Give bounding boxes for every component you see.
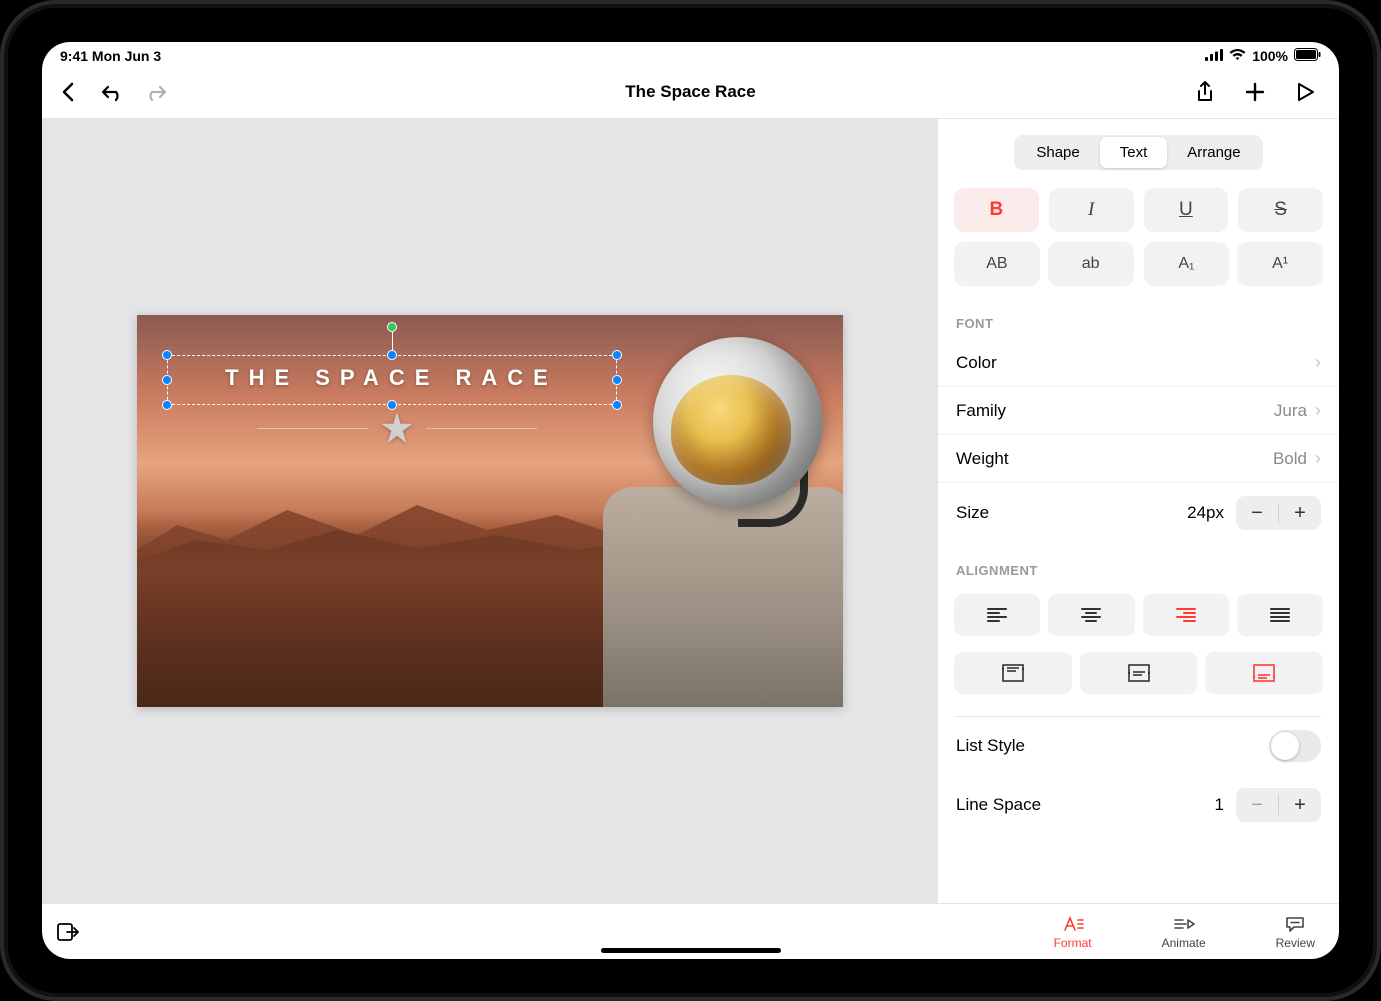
tab-text[interactable]: Text (1100, 137, 1168, 168)
animate-icon (1173, 914, 1195, 934)
font-weight-row[interactable]: Weight Bold › (938, 435, 1339, 483)
resize-handle-tl[interactable] (162, 350, 172, 360)
title-decoration (257, 411, 537, 445)
size-decrease-button[interactable]: − (1236, 496, 1278, 530)
resize-handle-bm[interactable] (387, 400, 397, 410)
uppercase-button[interactable]: AB (954, 242, 1040, 286)
tab-animate-label: Animate (1162, 936, 1206, 950)
chevron-right-icon: › (1315, 400, 1321, 421)
font-color-label: Color (956, 353, 997, 373)
top-toolbar: The Space Race (42, 66, 1339, 119)
status-time: 9:41 (60, 48, 88, 64)
linespace-decrease-button[interactable]: − (1236, 788, 1278, 822)
slide[interactable]: THE SPACE RACE (137, 315, 843, 707)
align-right-button[interactable] (1143, 594, 1229, 636)
font-weight-value: Bold (1273, 449, 1307, 469)
size-increase-button[interactable]: + (1279, 496, 1321, 530)
valign-middle-button[interactable] (1080, 652, 1198, 694)
back-button[interactable] (54, 78, 82, 106)
resize-handle-tr[interactable] (612, 350, 622, 360)
canvas-area[interactable]: THE SPACE RACE (42, 119, 937, 903)
italic-button[interactable]: I (1049, 188, 1134, 232)
astronaut-figure (593, 337, 843, 707)
font-family-label: Family (956, 401, 1006, 421)
list-style-toggle[interactable] (1269, 730, 1321, 762)
font-size-stepper: − + (1236, 496, 1321, 530)
valign-top-button[interactable] (954, 652, 1072, 694)
status-date: Mon Jun 3 (92, 48, 161, 64)
linespace-increase-button[interactable]: + (1279, 788, 1321, 822)
font-family-value: Jura (1274, 401, 1307, 421)
status-bar: 9:41 Mon Jun 3 100% (42, 42, 1339, 66)
chevron-right-icon: › (1315, 448, 1321, 469)
tab-review-label: Review (1276, 936, 1315, 950)
cellular-icon (1205, 48, 1223, 64)
tab-review[interactable]: Review (1276, 914, 1315, 950)
resize-handle-bl[interactable] (162, 400, 172, 410)
rotation-handle[interactable] (387, 322, 397, 332)
font-size-value: 24px (1187, 503, 1224, 523)
align-justify-button[interactable] (1237, 594, 1323, 636)
line-space-row: Line Space 1 − + (938, 775, 1339, 822)
tab-arrange[interactable]: Arrange (1167, 137, 1260, 168)
superscript-button[interactable]: A¹ (1237, 242, 1323, 286)
wifi-icon (1229, 48, 1246, 64)
chevron-right-icon: › (1315, 352, 1321, 373)
tab-format[interactable]: Format (1054, 914, 1092, 950)
line-space-value: 1 (1215, 795, 1224, 815)
font-color-row[interactable]: Color › (938, 339, 1339, 387)
resize-handle-ml[interactable] (162, 375, 172, 385)
lowercase-button[interactable]: ab (1048, 242, 1134, 286)
battery-pct: 100% (1252, 48, 1288, 64)
review-icon (1285, 914, 1305, 934)
text-selection-box[interactable] (167, 355, 617, 405)
strikethrough-button[interactable]: S (1238, 188, 1323, 232)
valign-bottom-button[interactable] (1205, 652, 1323, 694)
ipad-frame: 9:41 Mon Jun 3 100% The Space Race (0, 0, 1381, 1001)
play-button[interactable] (1291, 78, 1319, 106)
underline-button[interactable]: U (1144, 188, 1229, 232)
font-weight-label: Weight (956, 449, 1009, 469)
tab-shape[interactable]: Shape (1016, 137, 1099, 168)
align-left-button[interactable] (954, 594, 1040, 636)
font-family-row[interactable]: Family Jura › (938, 387, 1339, 435)
line-space-label: Line Space (956, 795, 1041, 815)
subscript-button[interactable]: A₁ (1144, 242, 1230, 286)
alignment-section-label: ALIGNMENT (938, 543, 1339, 586)
font-size-label: Size (956, 503, 989, 523)
format-inspector: Shape Text Arrange B I U S AB ab A (937, 119, 1339, 903)
tab-format-label: Format (1054, 936, 1092, 950)
resize-handle-mr[interactable] (612, 375, 622, 385)
format-icon (1062, 914, 1084, 934)
document-title: The Space Race (625, 82, 755, 102)
exit-button[interactable] (54, 918, 82, 946)
redo-button[interactable] (142, 78, 170, 106)
list-style-row: List Style (938, 717, 1339, 775)
battery-icon (1294, 48, 1321, 64)
share-button[interactable] (1191, 78, 1219, 106)
inspector-tabs: Shape Text Arrange (1014, 135, 1262, 170)
font-size-row: Size 24px − + (938, 483, 1339, 543)
bold-button[interactable]: B (954, 188, 1039, 232)
undo-button[interactable] (98, 78, 126, 106)
list-style-label: List Style (956, 736, 1025, 756)
line-space-stepper: − + (1236, 788, 1321, 822)
resize-handle-tm[interactable] (387, 350, 397, 360)
font-section-label: FONT (938, 296, 1339, 339)
star-icon (380, 411, 414, 445)
align-center-button[interactable] (1048, 594, 1134, 636)
add-button[interactable] (1241, 78, 1269, 106)
tab-animate[interactable]: Animate (1162, 914, 1206, 950)
home-indicator[interactable] (601, 948, 781, 953)
resize-handle-br[interactable] (612, 400, 622, 410)
